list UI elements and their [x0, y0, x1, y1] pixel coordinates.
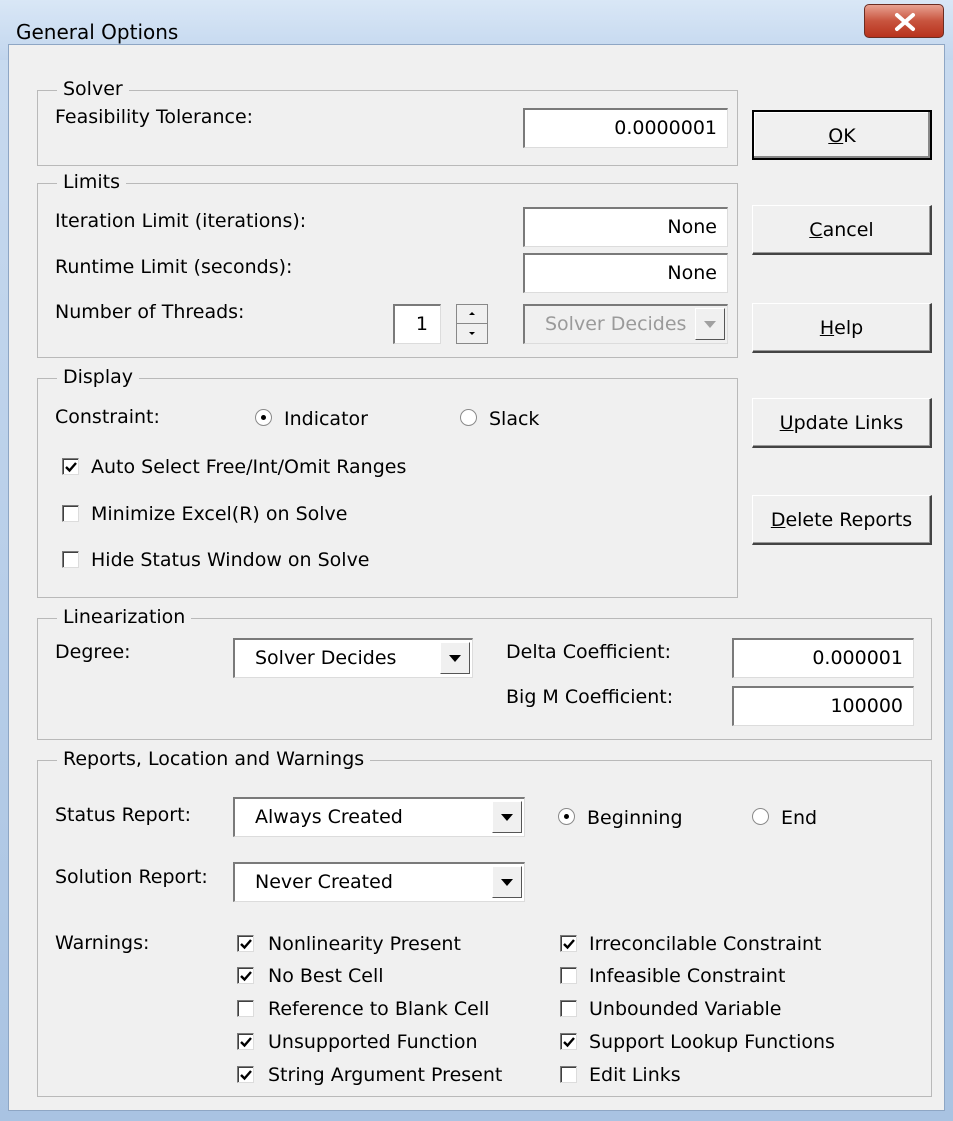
iteration-limit-input[interactable]: None — [523, 207, 728, 247]
cancel-button[interactable]: Cancel — [752, 205, 932, 255]
warn-infeasible-checkbox[interactable] — [560, 967, 577, 984]
threads-mode-value: Solver Decides — [545, 313, 687, 335]
update-accelerator: U — [779, 412, 794, 434]
edit-links-label[interactable]: Edit Links — [589, 1064, 681, 1086]
help-accelerator: H — [819, 317, 835, 339]
spinner-up-icon[interactable] — [457, 305, 487, 324]
warn-unsupported-function-checkbox[interactable] — [237, 1033, 254, 1050]
status-report-value: Always Created — [255, 806, 403, 828]
delete-reports-button[interactable]: Delete Reports — [752, 495, 932, 545]
close-icon — [895, 13, 915, 31]
checkmark-icon — [65, 462, 77, 473]
runtime-limit-input[interactable]: None — [523, 253, 728, 293]
chevron-down-icon — [695, 308, 725, 340]
runtime-limit-label: Runtime Limit (seconds): — [55, 256, 293, 278]
feasibility-tolerance-input[interactable]: 0.0000001 — [523, 108, 728, 148]
delete-label: elete Reports — [785, 509, 913, 531]
limits-group-title: Limits — [57, 171, 126, 193]
chevron-down-icon[interactable] — [492, 866, 522, 898]
help-button[interactable]: Help — [752, 303, 932, 353]
ok-accelerator: O — [828, 125, 844, 147]
iteration-limit-label: Iteration Limit (iterations): — [55, 210, 307, 232]
warn-blank-cell-label[interactable]: Reference to Blank Cell — [268, 998, 489, 1020]
radio-end[interactable] — [752, 808, 769, 825]
warn-no-best-cell-checkbox[interactable] — [237, 967, 254, 984]
warn-irreconcilable-checkbox[interactable] — [560, 935, 577, 952]
delta-coefficient-label: Delta Coefficient: — [506, 641, 671, 663]
close-button[interactable] — [864, 4, 944, 38]
threads-spinner[interactable] — [456, 304, 488, 344]
checkmark-icon — [240, 939, 252, 950]
checkmark-icon — [240, 1070, 252, 1081]
chevron-down-icon[interactable] — [440, 642, 470, 674]
warn-nonlinearity-checkbox[interactable] — [237, 935, 254, 952]
feasibility-label: Feasibility Tolerance: — [55, 106, 254, 128]
checkmark-icon — [563, 939, 575, 950]
edit-links-checkbox[interactable] — [560, 1066, 577, 1083]
delta-coefficient-input[interactable]: 0.000001 — [732, 638, 914, 678]
radio-beginning-label[interactable]: Beginning — [587, 807, 683, 829]
auto-select-checkbox[interactable] — [62, 458, 79, 475]
warn-string-argument-checkbox[interactable] — [237, 1066, 254, 1083]
warn-string-argument-label[interactable]: String Argument Present — [268, 1064, 502, 1086]
checkmark-icon — [563, 1037, 575, 1048]
checkmark-icon — [240, 1037, 252, 1048]
radio-slack[interactable] — [460, 409, 477, 426]
warn-infeasible-label[interactable]: Infeasible Constraint — [589, 965, 785, 987]
warn-nonlinearity-label[interactable]: Nonlinearity Present — [268, 933, 461, 955]
linearization-group-title: Linearization — [57, 606, 192, 628]
radio-end-label[interactable]: End — [781, 807, 817, 829]
display-group-title: Display — [57, 366, 140, 388]
radio-beginning[interactable] — [558, 808, 575, 825]
auto-select-label[interactable]: Auto Select Free/Int/Omit Ranges — [91, 456, 406, 478]
hide-status-checkbox[interactable] — [62, 551, 79, 568]
threads-label: Number of Threads: — [55, 301, 245, 323]
warn-unbounded-label[interactable]: Unbounded Variable — [589, 998, 782, 1020]
radio-indicator-label[interactable]: Indicator — [284, 408, 368, 430]
solution-report-value: Never Created — [255, 871, 393, 893]
support-lookup-checkbox[interactable] — [560, 1033, 577, 1050]
solver-group-title: Solver — [57, 78, 129, 100]
reports-group-title: Reports, Location and Warnings — [57, 748, 371, 770]
solution-report-label: Solution Report: — [55, 866, 208, 888]
warn-blank-cell-checkbox[interactable] — [237, 1000, 254, 1017]
update-label: pdate Links — [793, 412, 904, 434]
update-links-button[interactable]: Update Links — [752, 398, 932, 448]
radio-slack-label[interactable]: Slack — [489, 408, 539, 430]
general-options-dialog: General Options Solver Feasibility Toler… — [0, 0, 953, 1121]
minimize-excel-label[interactable]: Minimize Excel(R) on Solve — [91, 503, 347, 525]
cancel-accelerator: C — [809, 219, 823, 241]
degree-value: Solver Decides — [255, 647, 397, 669]
minimize-excel-checkbox[interactable] — [62, 505, 79, 522]
window-title: General Options — [16, 20, 179, 44]
threads-input[interactable]: 1 — [393, 304, 441, 344]
ok-label: K — [843, 125, 856, 147]
hide-status-label[interactable]: Hide Status Window on Solve — [91, 549, 370, 571]
big-m-label: Big M Coefficient: — [506, 686, 674, 708]
support-lookup-label[interactable]: Support Lookup Functions — [589, 1031, 835, 1053]
status-report-dropdown[interactable]: Always Created — [233, 797, 525, 837]
threads-mode-dropdown: Solver Decides — [523, 304, 728, 344]
big-m-input[interactable]: 100000 — [732, 686, 914, 726]
warn-unbounded-checkbox[interactable] — [560, 1000, 577, 1017]
chevron-down-icon[interactable] — [492, 801, 522, 833]
cancel-label: ancel — [822, 219, 874, 241]
degree-dropdown[interactable]: Solver Decides — [233, 638, 473, 678]
delete-accelerator: D — [770, 509, 786, 531]
warn-irreconcilable-label[interactable]: Irreconcilable Constraint — [589, 933, 822, 955]
spinner-down-icon[interactable] — [457, 324, 487, 343]
help-label: elp — [834, 317, 864, 339]
checkmark-icon — [240, 971, 252, 982]
warn-no-best-cell-label[interactable]: No Best Cell — [268, 965, 384, 987]
radio-indicator[interactable] — [255, 409, 272, 426]
warnings-label: Warnings: — [55, 932, 150, 954]
constraint-label: Constraint: — [55, 406, 160, 428]
solution-report-dropdown[interactable]: Never Created — [233, 862, 525, 902]
status-report-label: Status Report: — [55, 804, 191, 826]
ok-button[interactable]: OK — [752, 110, 932, 160]
degree-label: Degree: — [55, 641, 131, 663]
warn-unsupported-function-label[interactable]: Unsupported Function — [268, 1031, 478, 1053]
